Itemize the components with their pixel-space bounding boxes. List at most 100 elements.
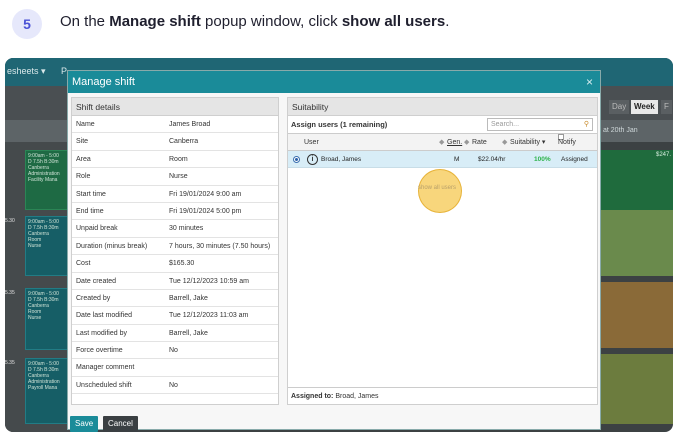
date-header-left	[5, 120, 71, 142]
shift-detail-key: Cost	[76, 260, 91, 268]
manage-shift-modal: Manage shift × Shift details Name James B…	[67, 70, 601, 432]
step-text-suffix: .	[445, 13, 450, 30]
shift-block[interactable]: 9:00am - 5:00 D 7.5h B:30m Canberra Room…	[25, 216, 69, 276]
show-all-users-link[interactable]: show all users	[418, 185, 456, 191]
time-tag: 5.35	[5, 360, 15, 366]
view-day-button[interactable]: Day	[609, 100, 630, 114]
shift-detail-row: Cost $165.30	[72, 255, 278, 273]
time-tag: 5.30	[5, 218, 15, 224]
assigned-to-label: Assigned to:	[291, 393, 334, 400]
shift-detail-value: $165.30	[169, 260, 195, 268]
col-suitability[interactable]: Suitability ▾	[510, 134, 545, 152]
close-icon[interactable]: ×	[586, 71, 593, 93]
shift-detail-row: Last modified by Barrell, Jake	[72, 325, 278, 343]
shift-details-heading: Shift details	[72, 98, 278, 116]
table-row[interactable]: i Broad, James M $22.04/hr 100% Assigned	[288, 151, 597, 168]
assign-users-label: Assign users (1 remaining)	[291, 120, 388, 129]
search-placeholder: Search...	[491, 121, 520, 128]
shift-block-right[interactable]	[601, 210, 673, 276]
shift-detail-row: Created by Barrell, Jake	[72, 290, 278, 308]
shift-detail-key: Date last modified	[76, 312, 133, 320]
modal-titlebar: Manage shift ×	[68, 71, 600, 93]
search-input[interactable]: Search... ⚲	[487, 118, 593, 131]
shift-detail-key: Date created	[76, 277, 117, 285]
shift-detail-value: Fri 19/01/2024 5:00 pm	[169, 207, 242, 215]
suitability-heading: Suitability	[288, 98, 597, 116]
step-text-show-all-users: show all users	[341, 13, 446, 30]
shift-detail-row: Site Canberra	[72, 133, 278, 151]
modal-title: Manage shift	[72, 76, 135, 88]
users-table-header: User ◆ Gen. ◆ Rate ◆ Suitability ▾ Notif…	[288, 133, 597, 151]
shift-detail-row: Manager comment	[72, 359, 278, 377]
shift-detail-row: Force overtime No	[72, 342, 278, 360]
shift-line: Nurse	[28, 243, 42, 249]
col-rate[interactable]: Rate	[472, 134, 487, 152]
shift-detail-row: Role Nurse	[72, 168, 278, 186]
step-number-badge: 5	[12, 9, 42, 39]
click-highlight	[418, 169, 462, 213]
shift-line: Nurse	[28, 315, 42, 321]
shift-detail-value: Barrell, Jake	[169, 329, 208, 337]
shift-detail-key: Unpaid break	[76, 225, 118, 233]
row-status: Assigned	[561, 156, 588, 163]
shift-detail-value: Nurse	[169, 173, 188, 181]
shift-detail-key: Site	[76, 138, 89, 146]
shift-detail-key: Role	[76, 173, 91, 181]
shift-detail-row: Duration (minus break) 7 hours, 30 minute…	[72, 238, 278, 256]
shift-detail-row: Start time Fri 19/01/2024 9:00 am	[72, 186, 278, 203]
shift-line: Facility Mana	[28, 177, 58, 183]
time-tag: 5.35	[5, 290, 15, 296]
shift-detail-row: End time Fri 19/01/2024 5:00 pm	[72, 203, 278, 221]
shift-block[interactable]: 9:00am - 5:00 D 7.5h B:30m Canberra Admi…	[25, 358, 69, 424]
col-gen[interactable]: Gen.	[447, 134, 462, 152]
save-button[interactable]: Save	[70, 416, 99, 432]
shift-detail-key: Unscheduled shift	[76, 381, 132, 389]
shift-detail-key: Force overtime	[76, 347, 123, 355]
view-week-button[interactable]: Week	[631, 100, 658, 114]
row-gen: M	[454, 156, 460, 163]
col-user[interactable]: User	[304, 134, 319, 152]
select-user-radio[interactable]	[293, 156, 300, 163]
shift-detail-value: No	[169, 381, 178, 389]
shift-detail-row: Unscheduled shift No	[72, 377, 278, 395]
shift-detail-key: End time	[76, 207, 104, 215]
row-rate: $22.04/hr	[478, 156, 506, 163]
step-text-manage-shift: Manage shift	[109, 13, 201, 30]
info-icon[interactable]: i	[307, 154, 318, 165]
shift-block[interactable]: 9:00am - 5:00 D 7.5h B:30m Canberra Room…	[25, 288, 69, 350]
shift-detail-value: Tue 12/12/2023 10:59 am	[169, 277, 249, 285]
view-fortnight-button[interactable]: F	[661, 100, 672, 114]
shift-block-right[interactable]	[601, 354, 673, 424]
shift-detail-row: Name James Broad	[72, 116, 278, 134]
col-notify-label: Notify	[558, 139, 576, 146]
shift-detail-value: 30 minutes	[169, 225, 204, 233]
shift-cost: $247.	[655, 152, 671, 158]
shift-detail-value: James Broad	[169, 121, 211, 128]
nav-timesheets[interactable]: esheets ▾	[7, 66, 46, 77]
shift-block[interactable]: 9:00am - 5:00 D 7.5h B:30m Canberra Admi…	[25, 150, 69, 210]
sort-icon: ◆	[464, 139, 470, 146]
step-text-mid: popup window, click	[200, 13, 342, 30]
date-header: at 20th Jan	[601, 120, 673, 142]
cancel-button[interactable]: Cancel	[103, 416, 138, 432]
shift-detail-key: Duration (minus break)	[76, 242, 148, 250]
shift-detail-value	[169, 359, 278, 375]
assigned-to-value: Broad, James	[335, 393, 379, 400]
shift-detail-key: Start time	[76, 190, 106, 198]
app-screenshot: esheets ▾ P Day Week F at 20th Jan 9:00a…	[5, 58, 673, 432]
shift-detail-key: Manager comment	[76, 364, 135, 372]
step-instruction: On the Manage shift popup window, click …	[60, 13, 449, 30]
shift-detail-value: Tue 12/12/2023 11:03 am	[169, 312, 249, 320]
shift-block-right[interactable]	[601, 282, 673, 348]
shift-detail-value: Room	[169, 155, 188, 163]
shift-detail-key: Last modified by	[76, 329, 127, 337]
shift-detail-key: Name	[76, 121, 95, 128]
shift-detail-row: Area Room	[72, 151, 278, 169]
shift-detail-key: Area	[76, 155, 91, 163]
shift-detail-row: Date last modified Tue 12/12/2023 11:03 a…	[72, 307, 278, 325]
shift-block-right[interactable]: $247.	[601, 150, 673, 210]
shift-detail-row: Date created Tue 12/12/2023 10:59 am	[72, 273, 278, 290]
shift-detail-key: Created by	[76, 294, 111, 302]
shift-line: Payroll Mana	[28, 385, 58, 391]
search-icon: ⚲	[583, 121, 589, 128]
